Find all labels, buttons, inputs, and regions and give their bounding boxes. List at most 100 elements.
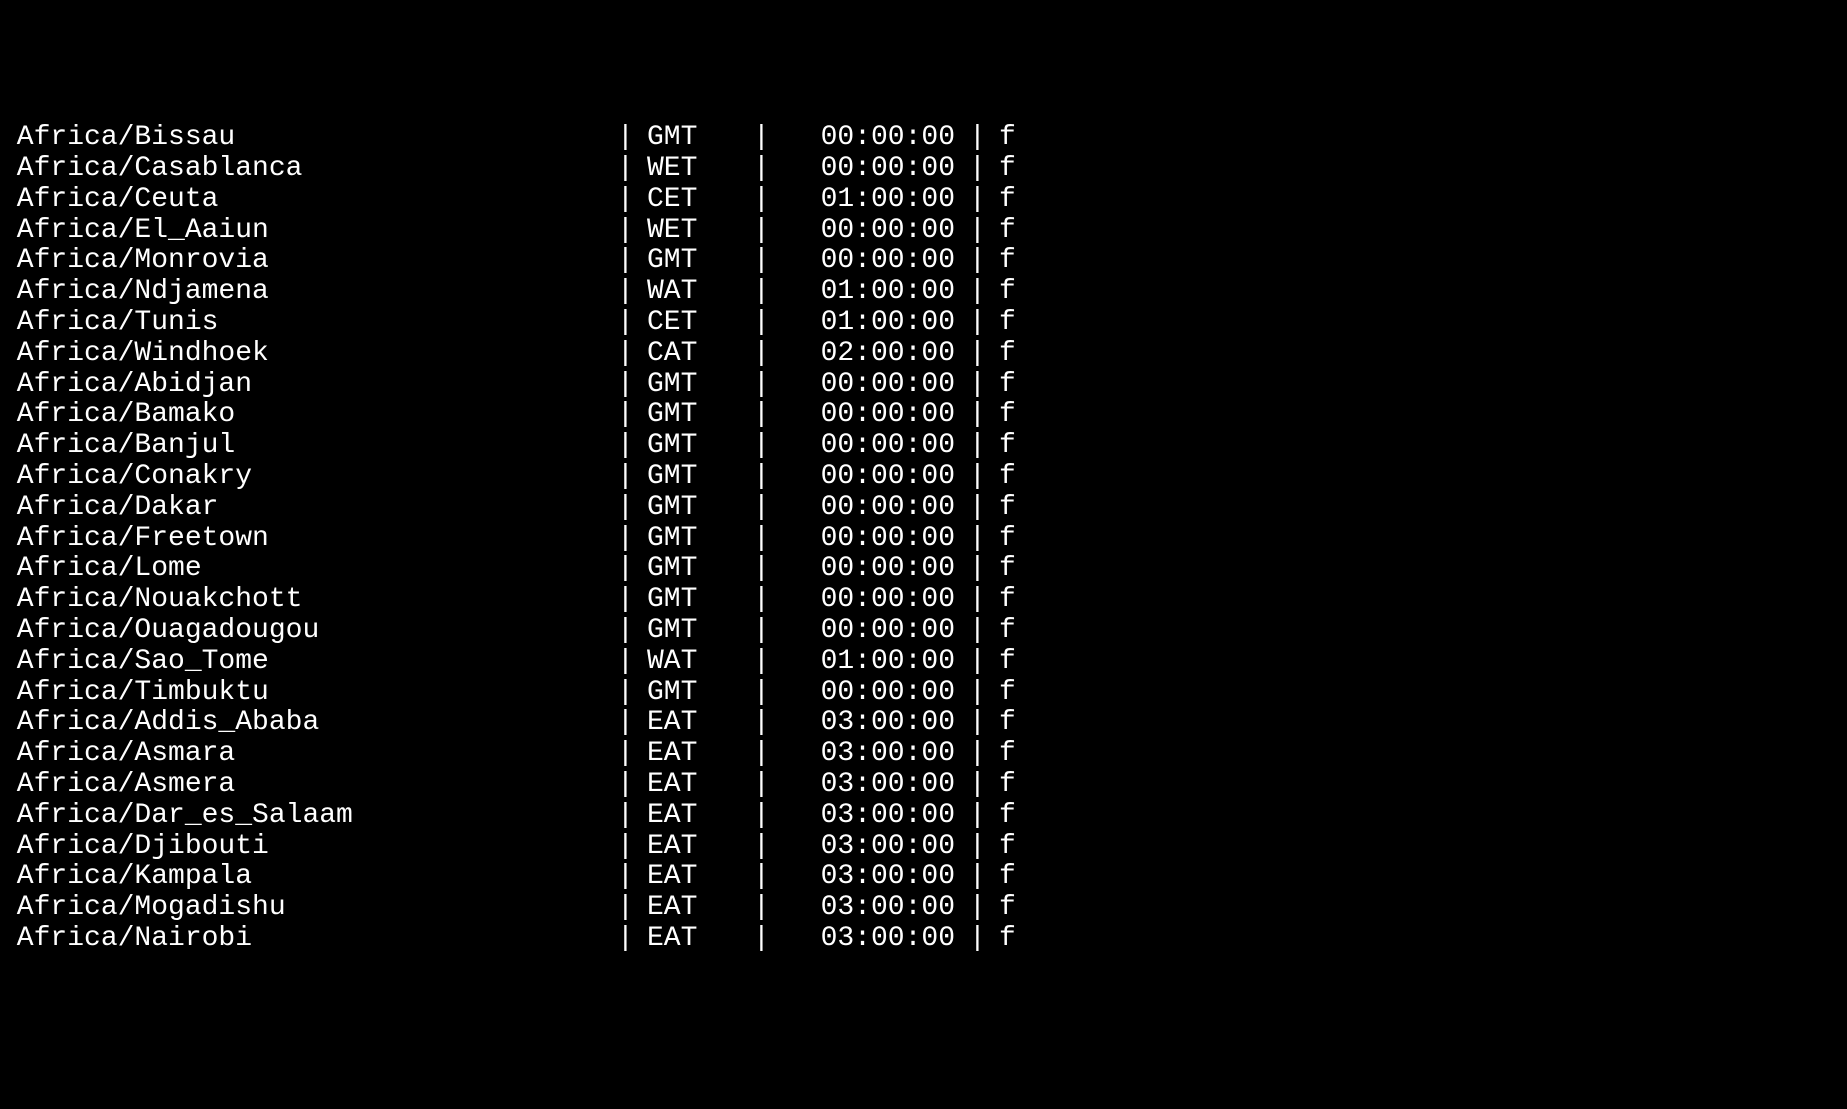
column-separator: | <box>753 400 769 431</box>
terminal-output[interactable]: Africa/Bissau|GMT|00:00:00|f Africa/Casa… <box>0 123 1847 955</box>
table-row: Africa/Conakry|GMT|00:00:00|f <box>0 462 1847 493</box>
utc-offset: 03:00:00 <box>769 708 969 739</box>
timezone-name: Africa/Bamako <box>0 400 617 431</box>
column-separator: | <box>969 308 985 339</box>
column-separator: | <box>753 339 769 370</box>
column-separator: | <box>753 154 769 185</box>
column-separator: | <box>617 585 633 616</box>
timezone-name: Africa/Windhoek <box>0 339 617 370</box>
table-row: Africa/Djibouti|EAT|03:00:00|f <box>0 832 1847 863</box>
column-separator: | <box>753 862 769 893</box>
is-dst: f <box>985 123 1045 154</box>
timezone-name: Africa/Addis_Ababa <box>0 708 617 739</box>
column-separator: | <box>969 524 985 555</box>
utc-offset: 03:00:00 <box>769 801 969 832</box>
utc-offset: 03:00:00 <box>769 739 969 770</box>
timezone-abbrev: WET <box>633 216 753 247</box>
column-separator: | <box>969 647 985 678</box>
table-row: Africa/Mogadishu|EAT|03:00:00|f <box>0 893 1847 924</box>
column-separator: | <box>617 493 633 524</box>
column-separator: | <box>617 739 633 770</box>
column-separator: | <box>753 893 769 924</box>
is-dst: f <box>985 862 1045 893</box>
utc-offset: 01:00:00 <box>769 647 969 678</box>
utc-offset: 00:00:00 <box>769 154 969 185</box>
is-dst: f <box>985 770 1045 801</box>
is-dst: f <box>985 154 1045 185</box>
column-separator: | <box>617 770 633 801</box>
table-row: Africa/Dakar|GMT|00:00:00|f <box>0 493 1847 524</box>
column-separator: | <box>753 678 769 709</box>
column-separator: | <box>617 308 633 339</box>
timezone-abbrev: EAT <box>633 924 753 955</box>
is-dst: f <box>985 277 1045 308</box>
column-separator: | <box>969 893 985 924</box>
timezone-abbrev: EAT <box>633 708 753 739</box>
utc-offset: 00:00:00 <box>769 616 969 647</box>
timezone-abbrev: EAT <box>633 770 753 801</box>
column-separator: | <box>617 277 633 308</box>
column-separator: | <box>753 431 769 462</box>
column-separator: | <box>969 246 985 277</box>
column-separator: | <box>753 616 769 647</box>
table-row: Africa/Bissau|GMT|00:00:00|f <box>0 123 1847 154</box>
table-row: Africa/Addis_Ababa|EAT|03:00:00|f <box>0 708 1847 739</box>
column-separator: | <box>753 216 769 247</box>
timezone-name: Africa/Kampala <box>0 862 617 893</box>
table-row: Africa/Abidjan|GMT|00:00:00|f <box>0 370 1847 401</box>
column-separator: | <box>753 524 769 555</box>
utc-offset: 00:00:00 <box>769 554 969 585</box>
column-separator: | <box>969 462 985 493</box>
timezone-name: Africa/Casablanca <box>0 154 617 185</box>
is-dst: f <box>985 370 1045 401</box>
utc-offset: 00:00:00 <box>769 431 969 462</box>
column-separator: | <box>617 524 633 555</box>
table-row: Africa/Bamako|GMT|00:00:00|f <box>0 400 1847 431</box>
table-row: Africa/Tunis|CET|01:00:00|f <box>0 308 1847 339</box>
column-separator: | <box>969 431 985 462</box>
column-separator: | <box>753 308 769 339</box>
is-dst: f <box>985 893 1045 924</box>
table-row: Africa/Lome|GMT|00:00:00|f <box>0 554 1847 585</box>
timezone-name: Africa/Ndjamena <box>0 277 617 308</box>
table-row: Africa/Dar_es_Salaam|EAT|03:00:00|f <box>0 801 1847 832</box>
timezone-abbrev: EAT <box>633 739 753 770</box>
table-row: Africa/Ouagadougou|GMT|00:00:00|f <box>0 616 1847 647</box>
is-dst: f <box>985 554 1045 585</box>
column-separator: | <box>753 493 769 524</box>
is-dst: f <box>985 924 1045 955</box>
timezone-name: Africa/Dar_es_Salaam <box>0 801 617 832</box>
utc-offset: 02:00:00 <box>769 339 969 370</box>
timezone-name: Africa/Mogadishu <box>0 893 617 924</box>
column-separator: | <box>617 801 633 832</box>
column-separator: | <box>617 339 633 370</box>
column-separator: | <box>617 246 633 277</box>
table-row: Africa/Kampala|EAT|03:00:00|f <box>0 862 1847 893</box>
column-separator: | <box>617 400 633 431</box>
column-separator: | <box>969 493 985 524</box>
utc-offset: 00:00:00 <box>769 493 969 524</box>
is-dst: f <box>985 585 1045 616</box>
timezone-name: Africa/Banjul <box>0 431 617 462</box>
is-dst: f <box>985 524 1045 555</box>
is-dst: f <box>985 801 1045 832</box>
table-row: Africa/Windhoek|CAT|02:00:00|f <box>0 339 1847 370</box>
table-row: Africa/Sao_Tome|WAT|01:00:00|f <box>0 647 1847 678</box>
table-row: Africa/Asmara|EAT|03:00:00|f <box>0 739 1847 770</box>
timezone-abbrev: GMT <box>633 370 753 401</box>
timezone-name: Africa/Djibouti <box>0 832 617 863</box>
timezone-name: Africa/Sao_Tome <box>0 647 617 678</box>
column-separator: | <box>617 862 633 893</box>
table-row: Africa/Ceuta|CET|01:00:00|f <box>0 185 1847 216</box>
column-separator: | <box>617 123 633 154</box>
column-separator: | <box>969 678 985 709</box>
timezone-abbrev: CET <box>633 308 753 339</box>
utc-offset: 01:00:00 <box>769 185 969 216</box>
is-dst: f <box>985 708 1045 739</box>
utc-offset: 01:00:00 <box>769 277 969 308</box>
timezone-abbrev: WET <box>633 154 753 185</box>
column-separator: | <box>617 216 633 247</box>
column-separator: | <box>753 647 769 678</box>
timezone-abbrev: GMT <box>633 246 753 277</box>
timezone-abbrev: GMT <box>633 524 753 555</box>
